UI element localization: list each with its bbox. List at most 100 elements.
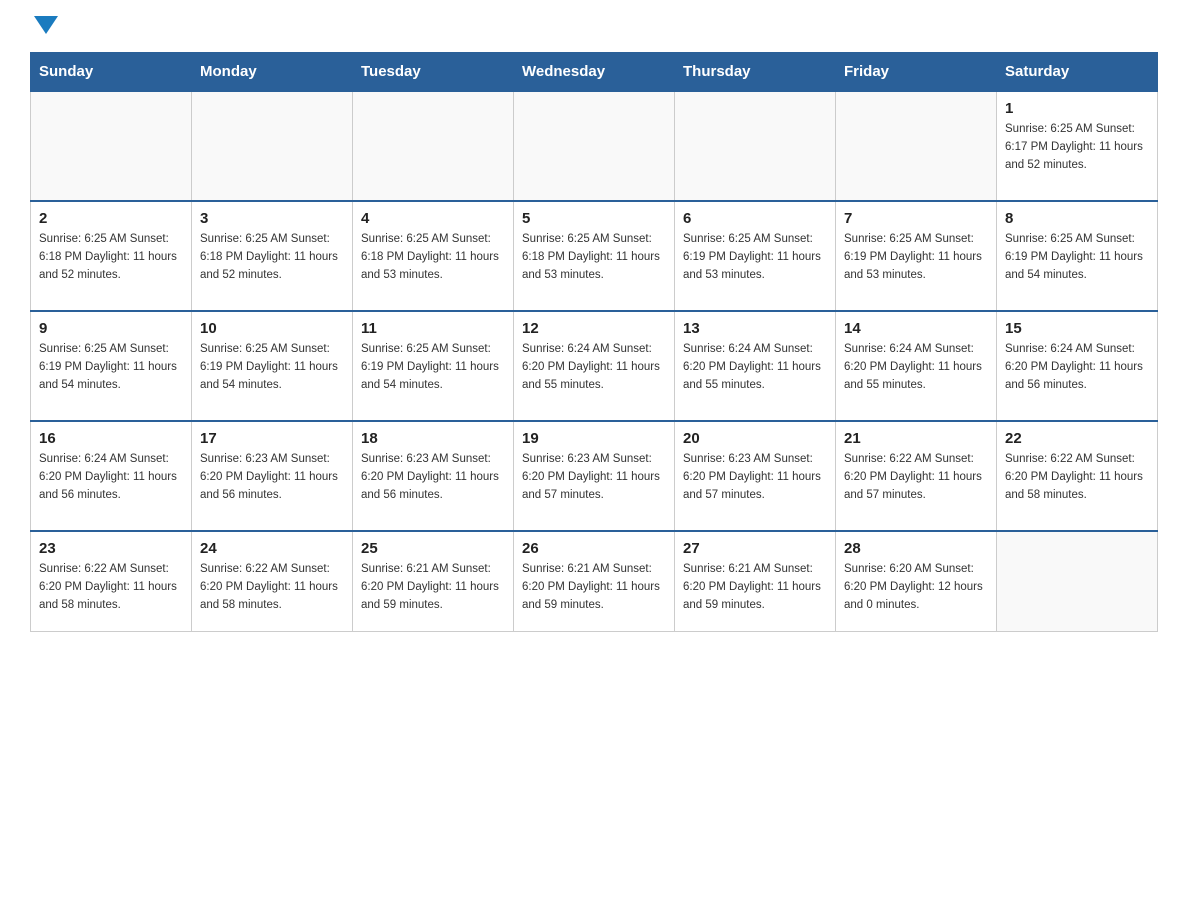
header-monday: Monday [192, 53, 353, 92]
day-info: Sunrise: 6:25 AM Sunset: 6:18 PM Dayligh… [522, 231, 666, 284]
day-info: Sunrise: 6:21 AM Sunset: 6:20 PM Dayligh… [522, 561, 666, 614]
day-info: Sunrise: 6:25 AM Sunset: 6:18 PM Dayligh… [361, 231, 505, 284]
header-saturday: Saturday [997, 53, 1158, 92]
header-wednesday: Wednesday [514, 53, 675, 92]
header-thursday: Thursday [675, 53, 836, 92]
day-info: Sunrise: 6:21 AM Sunset: 6:20 PM Dayligh… [361, 561, 505, 614]
calendar-cell: 11 Sunrise: 6:25 AM Sunset: 6:19 PM Dayli… [353, 311, 514, 421]
calendar-cell: 14Sunrise: 6:24 AM Sunset: 6:20 PM Dayli… [836, 311, 997, 421]
day-number: 16 [39, 430, 183, 447]
day-number: 19 [522, 430, 666, 447]
day-info: Sunrise: 6:24 AM Sunset: 6:20 PM Dayligh… [683, 341, 827, 394]
day-info: Sunrise: 6:25 AM Sunset: 6:19 PM Dayligh… [200, 341, 344, 394]
day-number: 11 [361, 320, 505, 337]
calendar-table: SundayMondayTuesdayWednesdayThursdayFrid… [30, 52, 1158, 632]
header-friday: Friday [836, 53, 997, 92]
day-number: 23 [39, 540, 183, 557]
day-number: 5 [522, 210, 666, 227]
calendar-cell [675, 91, 836, 201]
calendar-cell [31, 91, 192, 201]
calendar-cell: 2 Sunrise: 6:25 AM Sunset: 6:18 PM Daylig… [31, 201, 192, 311]
calendar-cell: 27Sunrise: 6:21 AM Sunset: 6:20 PM Dayli… [675, 531, 836, 631]
calendar-cell: 13 Sunrise: 6:24 AM Sunset: 6:20 PM Dayli… [675, 311, 836, 421]
day-info: Sunrise: 6:24 AM Sunset: 6:20 PM Dayligh… [39, 451, 183, 504]
calendar-week-row: 16 Sunrise: 6:24 AM Sunset: 6:20 PM Dayli… [31, 421, 1158, 531]
calendar-cell: 5 Sunrise: 6:25 AM Sunset: 6:18 PM Daylig… [514, 201, 675, 311]
calendar-cell: 28 Sunrise: 6:20 AM Sunset: 6:20 PM Dayli… [836, 531, 997, 631]
calendar-cell: 24 Sunrise: 6:22 AM Sunset: 6:20 PM Dayli… [192, 531, 353, 631]
day-number: 21 [844, 430, 988, 447]
calendar-cell [353, 91, 514, 201]
day-info: Sunrise: 6:22 AM Sunset: 6:20 PM Dayligh… [200, 561, 344, 614]
calendar-cell: 12 Sunrise: 6:24 AM Sunset: 6:20 PM Dayli… [514, 311, 675, 421]
page-header [30, 20, 1158, 34]
day-info: Sunrise: 6:23 AM Sunset: 6:20 PM Dayligh… [522, 451, 666, 504]
day-info: Sunrise: 6:25 AM Sunset: 6:19 PM Dayligh… [1005, 231, 1149, 284]
day-info: Sunrise: 6:25 AM Sunset: 6:17 PM Dayligh… [1005, 121, 1149, 174]
day-number: 10 [200, 320, 344, 337]
day-info: Sunrise: 6:24 AM Sunset: 6:20 PM Dayligh… [522, 341, 666, 394]
header-tuesday: Tuesday [353, 53, 514, 92]
day-number: 4 [361, 210, 505, 227]
calendar-cell [836, 91, 997, 201]
day-number: 26 [522, 540, 666, 557]
calendar-cell: 9 Sunrise: 6:25 AM Sunset: 6:19 PM Daylig… [31, 311, 192, 421]
calendar-cell: 23 Sunrise: 6:22 AM Sunset: 6:20 PM Dayli… [31, 531, 192, 631]
day-info: Sunrise: 6:25 AM Sunset: 6:18 PM Dayligh… [39, 231, 183, 284]
day-number: 12 [522, 320, 666, 337]
calendar-cell: 25Sunrise: 6:21 AM Sunset: 6:20 PM Dayli… [353, 531, 514, 631]
day-info: Sunrise: 6:22 AM Sunset: 6:20 PM Dayligh… [39, 561, 183, 614]
day-info: Sunrise: 6:24 AM Sunset: 6:20 PM Dayligh… [1005, 341, 1149, 394]
calendar-cell [514, 91, 675, 201]
day-info: Sunrise: 6:24 AM Sunset: 6:20 PM Dayligh… [844, 341, 988, 394]
calendar-cell: 16 Sunrise: 6:24 AM Sunset: 6:20 PM Dayli… [31, 421, 192, 531]
day-number: 9 [39, 320, 183, 337]
calendar-cell: 4 Sunrise: 6:25 AM Sunset: 6:18 PM Daylig… [353, 201, 514, 311]
calendar-cell: 15Sunrise: 6:24 AM Sunset: 6:20 PM Dayli… [997, 311, 1158, 421]
day-info: Sunrise: 6:22 AM Sunset: 6:20 PM Dayligh… [1005, 451, 1149, 504]
logo-triangle-icon [34, 16, 58, 34]
calendar-cell: 17 Sunrise: 6:23 AM Sunset: 6:20 PM Dayli… [192, 421, 353, 531]
day-number: 1 [1005, 100, 1149, 117]
calendar-cell: 19 Sunrise: 6:23 AM Sunset: 6:20 PM Dayli… [514, 421, 675, 531]
calendar-cell [997, 531, 1158, 631]
calendar-cell: 22 Sunrise: 6:22 AM Sunset: 6:20 PM Dayli… [997, 421, 1158, 531]
day-number: 27 [683, 540, 827, 557]
day-number: 7 [844, 210, 988, 227]
day-number: 13 [683, 320, 827, 337]
calendar-cell: 21Sunrise: 6:22 AM Sunset: 6:20 PM Dayli… [836, 421, 997, 531]
calendar-cell: 26 Sunrise: 6:21 AM Sunset: 6:20 PM Dayli… [514, 531, 675, 631]
day-info: Sunrise: 6:25 AM Sunset: 6:18 PM Dayligh… [200, 231, 344, 284]
calendar-cell: 3 Sunrise: 6:25 AM Sunset: 6:18 PM Daylig… [192, 201, 353, 311]
logo [30, 20, 58, 34]
day-info: Sunrise: 6:23 AM Sunset: 6:20 PM Dayligh… [361, 451, 505, 504]
calendar-week-row: 9 Sunrise: 6:25 AM Sunset: 6:19 PM Daylig… [31, 311, 1158, 421]
calendar-cell: 1 Sunrise: 6:25 AM Sunset: 6:17 PM Daylig… [997, 91, 1158, 201]
day-number: 6 [683, 210, 827, 227]
day-number: 22 [1005, 430, 1149, 447]
day-number: 28 [844, 540, 988, 557]
day-number: 20 [683, 430, 827, 447]
calendar-cell: 6 Sunrise: 6:25 AM Sunset: 6:19 PM Daylig… [675, 201, 836, 311]
header-sunday: Sunday [31, 53, 192, 92]
day-info: Sunrise: 6:20 AM Sunset: 6:20 PM Dayligh… [844, 561, 988, 614]
day-number: 24 [200, 540, 344, 557]
day-number: 2 [39, 210, 183, 227]
day-info: Sunrise: 6:25 AM Sunset: 6:19 PM Dayligh… [361, 341, 505, 394]
calendar-cell: 7 Sunrise: 6:25 AM Sunset: 6:19 PM Daylig… [836, 201, 997, 311]
day-info: Sunrise: 6:23 AM Sunset: 6:20 PM Dayligh… [683, 451, 827, 504]
calendar-week-row: 23 Sunrise: 6:22 AM Sunset: 6:20 PM Dayli… [31, 531, 1158, 631]
day-number: 3 [200, 210, 344, 227]
calendar-cell: 20 Sunrise: 6:23 AM Sunset: 6:20 PM Dayli… [675, 421, 836, 531]
calendar-cell [192, 91, 353, 201]
day-info: Sunrise: 6:25 AM Sunset: 6:19 PM Dayligh… [39, 341, 183, 394]
day-number: 18 [361, 430, 505, 447]
calendar-cell: 18 Sunrise: 6:23 AM Sunset: 6:20 PM Dayli… [353, 421, 514, 531]
day-info: Sunrise: 6:25 AM Sunset: 6:19 PM Dayligh… [844, 231, 988, 284]
calendar-week-row: 1 Sunrise: 6:25 AM Sunset: 6:17 PM Daylig… [31, 91, 1158, 201]
day-number: 8 [1005, 210, 1149, 227]
calendar-week-row: 2 Sunrise: 6:25 AM Sunset: 6:18 PM Daylig… [31, 201, 1158, 311]
day-number: 17 [200, 430, 344, 447]
day-info: Sunrise: 6:23 AM Sunset: 6:20 PM Dayligh… [200, 451, 344, 504]
day-info: Sunrise: 6:25 AM Sunset: 6:19 PM Dayligh… [683, 231, 827, 284]
